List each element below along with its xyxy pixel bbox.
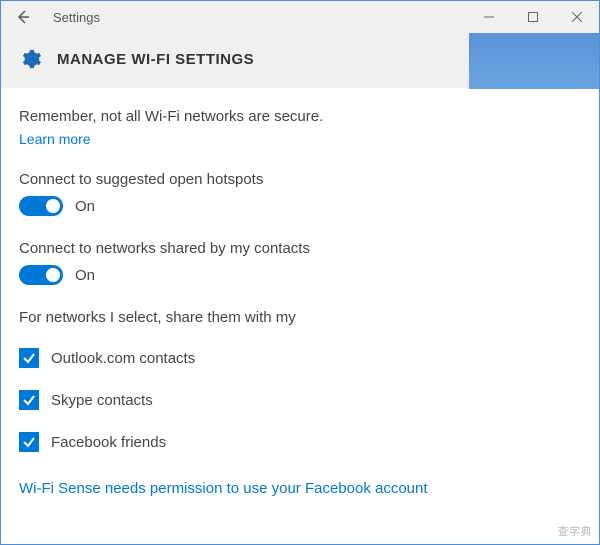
share-section: For networks I select, share them with m…: [19, 309, 581, 452]
watermark: 查字典: [558, 523, 593, 539]
toggle-hotspots-row: On: [19, 196, 581, 216]
maximize-icon: [528, 12, 538, 22]
security-note: Remember, not all Wi-Fi networks are sec…: [19, 108, 581, 125]
toggle-contacts-state: On: [75, 267, 95, 284]
checkbox-skype-label: Skype contacts: [51, 392, 153, 409]
toggle-hotspots-label: Connect to suggested open hotspots: [19, 171, 581, 188]
share-section-label: For networks I select, share them with m…: [19, 309, 581, 326]
learn-more-link[interactable]: Learn more: [19, 131, 91, 147]
minimize-button[interactable]: [467, 1, 511, 33]
checkbox-outlook[interactable]: [19, 348, 39, 368]
toggle-hotspots-state: On: [75, 198, 95, 215]
content-area: Remember, not all Wi-Fi networks are sec…: [1, 88, 599, 507]
checkmark-icon: [22, 393, 36, 407]
checkbox-facebook[interactable]: [19, 432, 39, 452]
facebook-permission-link[interactable]: Wi-Fi Sense needs permission to use your…: [19, 480, 581, 497]
window-title: Settings: [53, 10, 100, 25]
toggle-contacts-block: Connect to networks shared by my contact…: [19, 240, 581, 285]
checkbox-outlook-label: Outlook.com contacts: [51, 350, 195, 367]
gear-icon: [19, 47, 43, 71]
back-button[interactable]: [9, 3, 37, 31]
arrow-left-icon: [15, 9, 31, 25]
toggle-contacts-row: On: [19, 265, 581, 285]
minimize-icon: [484, 12, 494, 22]
toggle-hotspots[interactable]: [19, 196, 63, 216]
titlebar: Settings: [1, 1, 599, 33]
checkbox-row-facebook: Facebook friends: [19, 432, 581, 452]
window-controls: [467, 1, 599, 33]
banner-overlay: [469, 33, 599, 89]
checkmark-icon: [22, 351, 36, 365]
checkbox-row-outlook: Outlook.com contacts: [19, 348, 581, 368]
page-header: MANAGE WI-FI SETTINGS: [1, 33, 599, 88]
maximize-button[interactable]: [511, 1, 555, 33]
checkmark-icon: [22, 435, 36, 449]
checkbox-skype[interactable]: [19, 390, 39, 410]
checkbox-row-skype: Skype contacts: [19, 390, 581, 410]
page-title: MANAGE WI-FI SETTINGS: [57, 51, 254, 68]
close-button[interactable]: [555, 1, 599, 33]
toggle-contacts[interactable]: [19, 265, 63, 285]
checkbox-facebook-label: Facebook friends: [51, 434, 166, 451]
close-icon: [572, 12, 582, 22]
toggle-hotspots-block: Connect to suggested open hotspots On: [19, 171, 581, 216]
toggle-contacts-label: Connect to networks shared by my contact…: [19, 240, 581, 257]
